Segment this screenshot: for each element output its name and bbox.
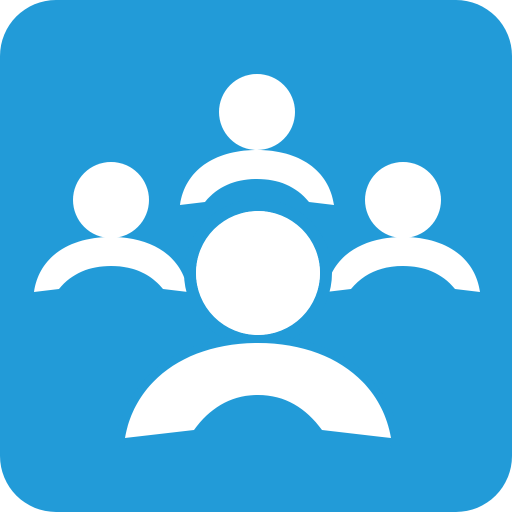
app-icon-tile[interactable] <box>0 0 512 512</box>
person-back-right <box>326 162 480 292</box>
person-back-left <box>34 162 188 292</box>
person-back-center <box>180 74 334 205</box>
person-front-center <box>115 199 401 447</box>
group-icon <box>34 74 480 447</box>
